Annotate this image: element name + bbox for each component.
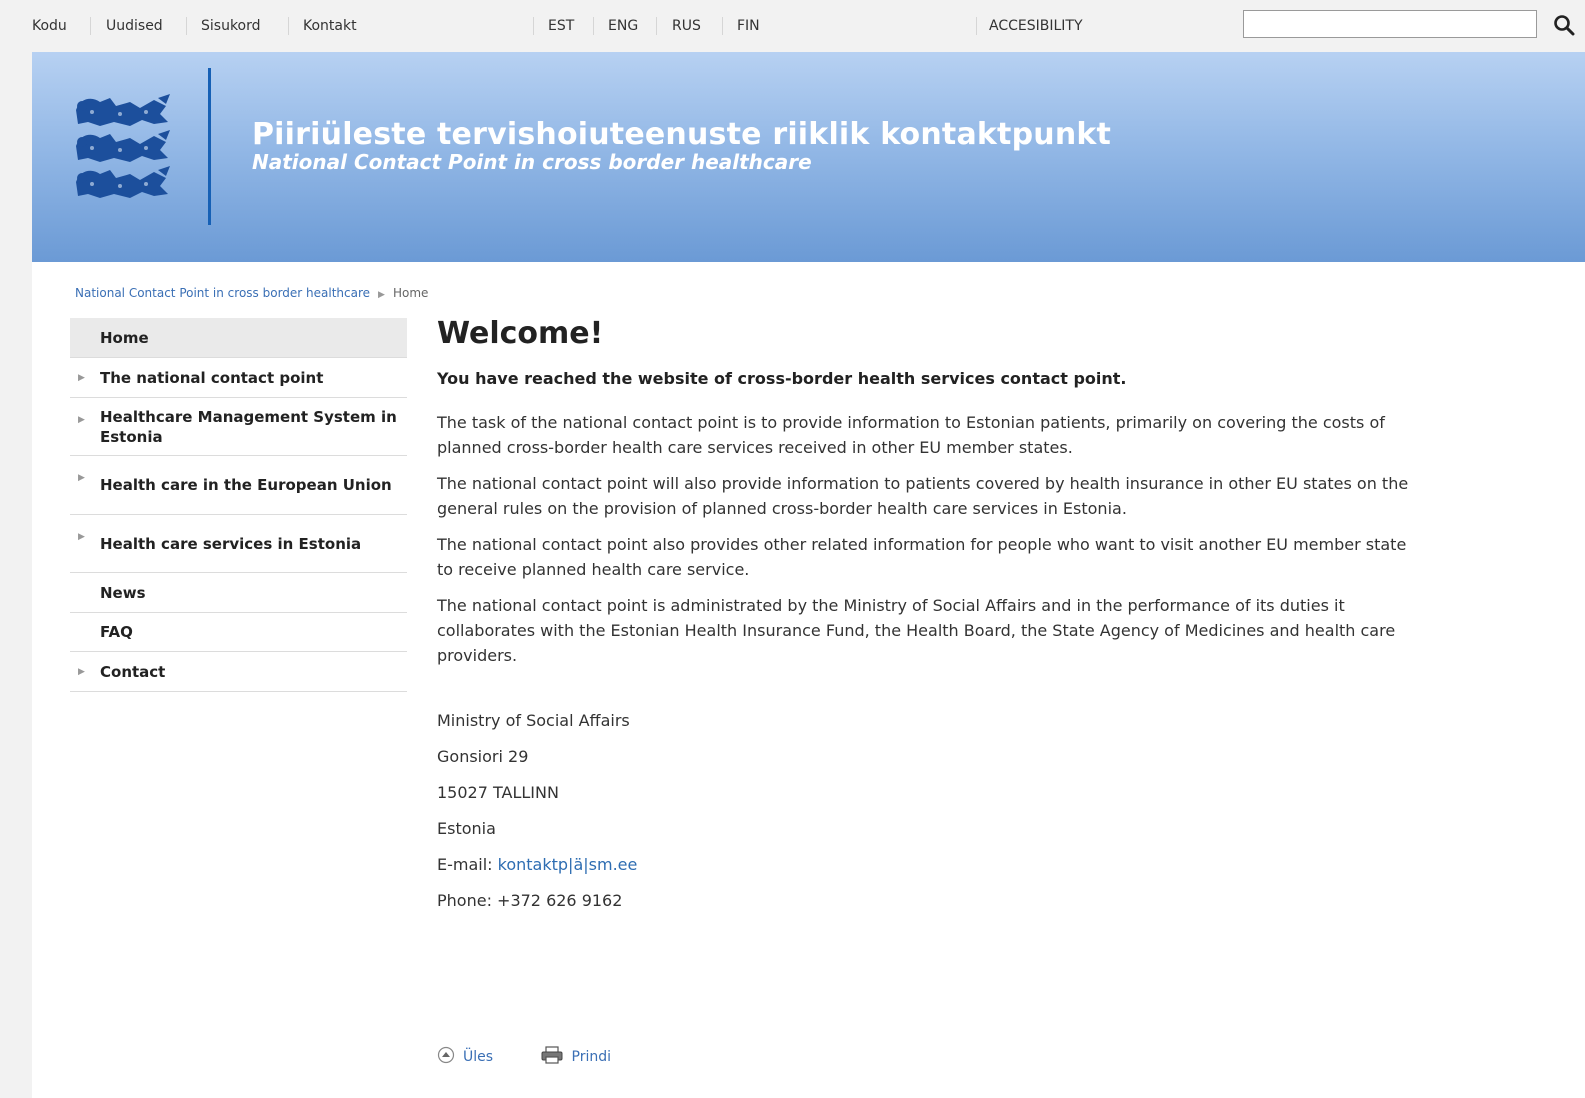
paragraph: The national contact point is administra… (437, 596, 1396, 665)
lang-rus[interactable]: RUS (672, 18, 701, 34)
sidebar-item-label: The national contact point (100, 368, 324, 387)
divider (533, 17, 534, 35)
address-street: Gonsiori 29 (437, 747, 529, 766)
address-country: Estonia (437, 819, 496, 838)
coat-of-arms-logo[interactable] (70, 92, 174, 200)
sidebar-item-home[interactable]: Home (70, 318, 407, 358)
address-org: Ministry of Social Affairs (437, 711, 630, 730)
sidebar-item-news[interactable]: News (70, 573, 407, 613)
sidebar-item-faq[interactable]: FAQ (70, 613, 407, 652)
divider (288, 17, 289, 35)
sidebar-item-health-care-eu[interactable]: ▶ Health care in the European Union (70, 456, 407, 515)
divider (90, 17, 91, 35)
sidebar-item-health-care-estonia[interactable]: ▶ Health care services in Estonia (70, 515, 407, 573)
paragraph: The task of the national contact point i… (437, 413, 1385, 457)
page-title: Welcome! (437, 316, 604, 351)
printer-icon (540, 1046, 564, 1068)
site-subtitle: National Contact Point in cross border h… (252, 150, 812, 174)
site-title: Piiriüleste tervishoiuteenuste riiklik k… (252, 117, 1112, 152)
address-email: E-mail: kontaktp|ä|sm.ee (437, 854, 1427, 876)
sidebar-item-label: News (100, 583, 146, 602)
scroll-up-label: Üles (463, 1049, 494, 1065)
search-input[interactable] (1243, 10, 1537, 38)
main-content: Welcome! You have reached the website of… (437, 316, 1427, 926)
divider (722, 17, 723, 35)
address-phone: Phone: +372 626 9162 (437, 891, 623, 910)
chevron-right-icon: ▶ (78, 473, 85, 483)
sidebar-item-contact[interactable]: ▶ Contact (70, 652, 407, 692)
accessibility-link[interactable]: ACCESIBILITY (989, 18, 1083, 34)
nav-link-kodu[interactable]: Kodu (32, 18, 67, 34)
chevron-right-icon: ▶ (78, 372, 85, 383)
sidebar-item-label: Health care in the European Union (100, 476, 392, 494)
lead-text: You have reached the website of cross-bo… (437, 369, 1127, 388)
header-banner: Piiriüleste tervishoiuteenuste riiklik k… (32, 52, 1585, 262)
sidebar-item-label: FAQ (100, 623, 133, 641)
paragraph: The national contact point also provides… (437, 535, 1407, 579)
divider (976, 17, 977, 35)
lang-est[interactable]: EST (548, 18, 574, 34)
breadcrumb-current: Home (392, 286, 429, 300)
divider (656, 17, 657, 35)
chevron-right-icon: ▶ (378, 290, 385, 300)
nav-link-sisukord[interactable]: Sisukord (201, 18, 261, 34)
top-bar: Kodu Uudised Sisukord Kontakt EST ENG RU… (0, 0, 1585, 52)
chevron-right-icon: ▶ (78, 666, 85, 677)
sidebar-item-healthcare-management[interactable]: ▶ Healthcare Management System in Estoni… (70, 398, 407, 456)
divider (593, 17, 594, 35)
sidebar-item-label: Home (100, 328, 149, 347)
sidebar-item-national-contact-point[interactable]: ▶ The national contact point (70, 358, 407, 398)
sidebar-nav: Home ▶ The national contact point ▶ Heal… (70, 318, 407, 692)
breadcrumb: National Contact Point in cross border h… (75, 286, 428, 300)
contact-address: Ministry of Social Affairs Gonsiori 29 1… (437, 710, 1427, 912)
address-city: 15027 TALLINN (437, 783, 559, 802)
email-link[interactable]: kontaktp|ä|sm.ee (498, 855, 638, 874)
chevron-right-icon: ▶ (78, 532, 85, 542)
print-label: Prindi (571, 1049, 612, 1065)
arrow-up-circle-icon (437, 1046, 455, 1068)
scroll-up-link[interactable]: Üles (437, 1046, 493, 1068)
divider (186, 17, 187, 35)
email-label: E-mail: (437, 855, 493, 874)
sidebar-item-label: Contact (100, 662, 166, 681)
lang-fin[interactable]: FIN (737, 18, 760, 34)
nav-link-kontakt[interactable]: Kontakt (303, 18, 357, 34)
breadcrumb-parent-link[interactable]: National Contact Point in cross border h… (75, 286, 370, 300)
sidebar-item-label: Healthcare Management System in Estonia (100, 407, 397, 446)
page-margin (10, 52, 32, 1098)
print-link[interactable]: Prindi (540, 1046, 612, 1068)
page-actions: Üles Prindi (437, 1046, 653, 1068)
lang-eng[interactable]: ENG (608, 18, 638, 34)
paragraph: The national contact point will also pro… (437, 474, 1409, 518)
search-icon[interactable] (1553, 14, 1577, 38)
sidebar-item-label: Health care services in Estonia (100, 534, 362, 553)
chevron-right-icon: ▶ (78, 415, 85, 425)
header-divider (208, 68, 211, 225)
nav-link-uudised[interactable]: Uudised (106, 18, 163, 34)
